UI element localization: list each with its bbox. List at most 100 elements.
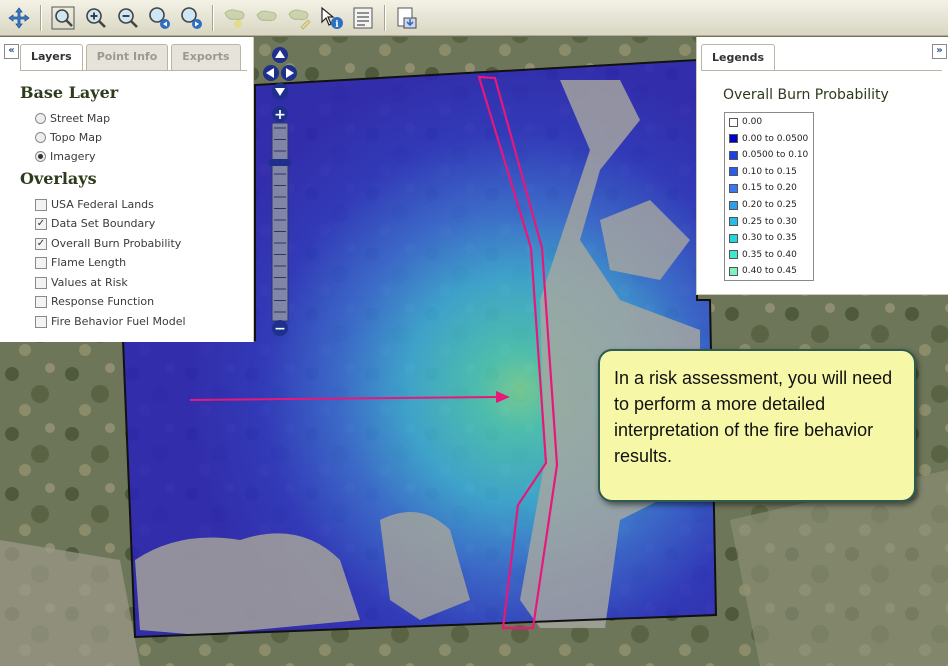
identify-icon: i bbox=[321, 6, 343, 30]
legend-swatch bbox=[729, 200, 738, 210]
edit-area-button[interactable] bbox=[284, 3, 314, 33]
toolbar-separator bbox=[212, 4, 214, 31]
select-polygon-button[interactable] bbox=[220, 3, 250, 33]
base-layer-option-imagery[interactable]: Imagery bbox=[35, 150, 95, 163]
legend-swatch bbox=[729, 134, 738, 144]
zoom-previous-icon bbox=[149, 6, 170, 29]
zoom-next-icon bbox=[181, 6, 202, 29]
tab-underline bbox=[701, 70, 942, 71]
option-label: Flame Length bbox=[51, 256, 127, 269]
base-layer-option-topo-map[interactable]: Topo Map bbox=[35, 131, 102, 144]
zoom-next-button[interactable] bbox=[176, 3, 206, 33]
tab-underline bbox=[20, 70, 247, 71]
legend-swatch bbox=[729, 233, 738, 243]
map-toolbar: i bbox=[0, 0, 948, 36]
checkbox-checked[interactable]: ✓ bbox=[35, 237, 47, 250]
option-label: Fire Behavior Fuel Model bbox=[51, 315, 186, 328]
select-polygon-icon bbox=[224, 8, 245, 28]
legend-item: 0.00 to 0.0500 bbox=[729, 134, 808, 144]
report-button[interactable] bbox=[348, 3, 378, 33]
checkbox[interactable] bbox=[35, 315, 47, 328]
zoom-slider-handle[interactable] bbox=[269, 159, 291, 166]
option-label: Overall Burn Probability bbox=[51, 237, 182, 250]
zoom-pan-control: + − bbox=[262, 46, 298, 341]
zoom-in-button[interactable] bbox=[80, 3, 110, 33]
legend-item: 0.0500 to 0.10 bbox=[729, 150, 808, 160]
legend-label: 0.00 bbox=[742, 117, 763, 127]
legend-label: 0.30 to 0.35 bbox=[742, 233, 797, 244]
zoom-out-icon bbox=[118, 7, 138, 28]
checkbox-checked[interactable]: ✓ bbox=[35, 217, 47, 230]
legend-label: 0.20 to 0.25 bbox=[742, 200, 797, 210]
export-button[interactable] bbox=[392, 3, 422, 33]
tab-legends[interactable]: Legends bbox=[701, 44, 776, 71]
overlays-heading: Overlays bbox=[20, 169, 97, 188]
legend-item: 0.10 to 0.15 bbox=[729, 167, 797, 177]
edit-area-icon bbox=[288, 9, 311, 30]
identify-button[interactable]: i bbox=[316, 3, 346, 33]
option-label: Topo Map bbox=[50, 131, 103, 144]
select-area-icon bbox=[256, 10, 277, 21]
collapse-panel-button[interactable]: « bbox=[4, 44, 19, 59]
zoom-slider-track[interactable] bbox=[271, 122, 289, 322]
overlay-overall-burn-probability[interactable]: ✓ Overall Burn Probability bbox=[35, 237, 181, 250]
overlay-usa-federal-lands[interactable]: USA Federal Lands bbox=[35, 198, 154, 211]
zoom-plus-glyph: + bbox=[274, 107, 286, 123]
legend-swatch bbox=[729, 250, 738, 260]
select-area-button[interactable] bbox=[252, 3, 282, 33]
overlay-values-at-risk[interactable]: Values at Risk bbox=[35, 276, 128, 289]
option-label: Imagery bbox=[50, 150, 96, 163]
svg-text:i: i bbox=[335, 20, 339, 30]
pan-button[interactable] bbox=[4, 3, 34, 33]
toolbar-separator bbox=[40, 4, 42, 31]
legend-label: 0.25 to 0.30 bbox=[742, 216, 797, 227]
expand-legend-button[interactable]: » bbox=[932, 44, 947, 59]
full-extent-button[interactable] bbox=[48, 3, 78, 33]
legend-list: 0.00 0.00 to 0.0500 0.0500 to 0.10 0.10 to … bbox=[724, 112, 814, 281]
base-layer-option-street-map[interactable]: Street Map bbox=[35, 112, 110, 125]
zoom-in-icon bbox=[86, 7, 106, 28]
panel-tabs: Layers Point Info Exports bbox=[20, 44, 241, 71]
checkbox[interactable] bbox=[35, 198, 47, 211]
legend-label: 0.35 to 0.40 bbox=[742, 249, 797, 260]
legends-panel: » Legends Overall Burn Probability 0.00 0… bbox=[696, 37, 948, 295]
checkbox[interactable] bbox=[35, 276, 47, 289]
zoom-full-extent-icon bbox=[51, 6, 75, 29]
tab-exports[interactable]: Exports bbox=[171, 44, 241, 70]
legend-item: 0.35 to 0.40 bbox=[729, 250, 797, 260]
layers-panel: « Layers Point Info Exports Base Layer S… bbox=[0, 37, 254, 342]
callout-box: In a risk assessment, you will need to p… bbox=[598, 349, 916, 502]
legend-label: 0.15 to 0.20 bbox=[742, 183, 797, 194]
option-label: Values at Risk bbox=[51, 276, 128, 289]
legend-item: 0.20 to 0.25 bbox=[729, 200, 797, 210]
export-icon bbox=[397, 7, 417, 28]
legend-label: 0.40 to 0.45 bbox=[742, 266, 797, 277]
zoom-minus-glyph: − bbox=[274, 321, 286, 337]
overlay-fire-behavior-fuel-model[interactable]: Fire Behavior Fuel Model bbox=[35, 315, 186, 328]
overlay-data-set-boundary[interactable]: ✓ Data Set Boundary bbox=[35, 217, 155, 230]
radio-button-selected[interactable] bbox=[35, 151, 46, 162]
option-label: USA Federal Lands bbox=[51, 198, 154, 211]
tab-layers[interactable]: Layers bbox=[20, 44, 83, 71]
legend-swatch bbox=[729, 150, 738, 160]
checkbox[interactable] bbox=[35, 256, 47, 269]
zoom-out-button[interactable] bbox=[112, 3, 142, 33]
legend-item: 0.25 to 0.30 bbox=[729, 217, 797, 227]
legend-title: Overall Burn Probability bbox=[723, 87, 889, 103]
legend-swatch bbox=[729, 183, 738, 193]
zoom-previous-button[interactable] bbox=[144, 3, 174, 33]
pan-icon bbox=[8, 6, 30, 29]
callout-text: In a risk assessment, you will need to p… bbox=[614, 368, 893, 466]
radio-button[interactable] bbox=[35, 132, 46, 143]
legend-label: 0.00 to 0.0500 bbox=[742, 133, 809, 144]
report-icon bbox=[353, 7, 373, 28]
legend-swatch bbox=[729, 167, 738, 177]
tab-point-info[interactable]: Point Info bbox=[85, 44, 169, 70]
radio-button[interactable] bbox=[35, 113, 46, 124]
overlay-flame-length[interactable]: Flame Length bbox=[35, 256, 126, 269]
overlay-response-function[interactable]: Response Function bbox=[35, 295, 154, 308]
legend-item: 0.15 to 0.20 bbox=[729, 183, 797, 193]
option-label: Street Map bbox=[50, 112, 111, 125]
checkbox[interactable] bbox=[35, 295, 47, 308]
pan-control bbox=[263, 47, 297, 99]
